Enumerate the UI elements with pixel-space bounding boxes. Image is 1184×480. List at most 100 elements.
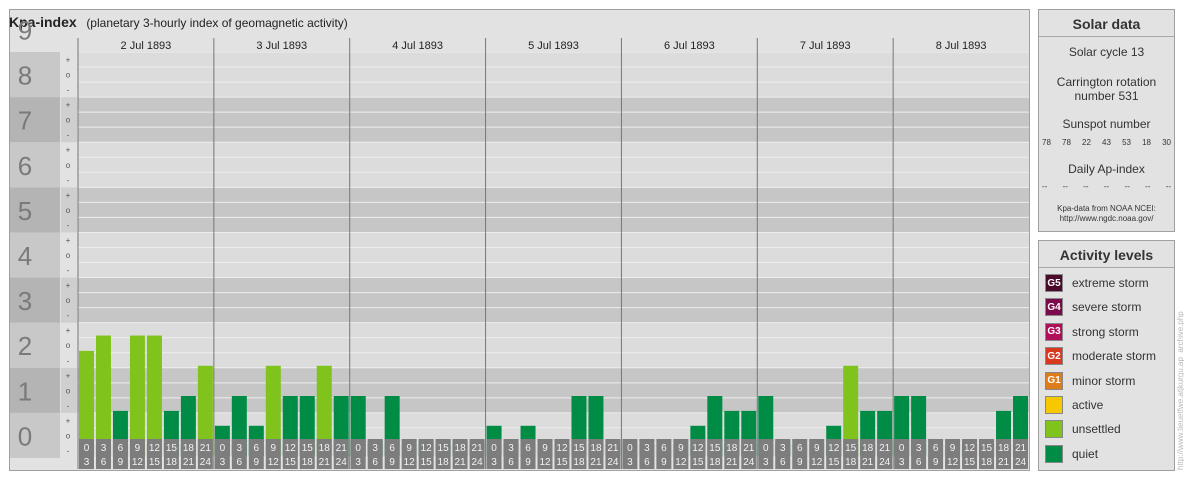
hour-start-label: 9 — [678, 443, 684, 454]
sunspot-value: 78 — [1062, 138, 1071, 147]
legend-item-extreme-storm: G5 extreme storm — [1045, 274, 1149, 292]
hour-start-label: 9 — [814, 443, 820, 454]
ap-value: -- — [1083, 182, 1089, 191]
hour-start-label: 21 — [879, 443, 891, 454]
sunspot-value: 43 — [1102, 138, 1111, 147]
hour-start-label: 21 — [607, 443, 619, 454]
source-watermark: http://www.tieuetfwe.atjkurgu.ap_archive… — [1176, 311, 1184, 470]
grid-band — [78, 277, 1029, 323]
hour-start-label: 0 — [220, 443, 226, 454]
kp-bar — [129, 335, 145, 456]
hour-start-label: 15 — [573, 443, 585, 454]
hour-start-label: 21 — [336, 443, 348, 454]
hour-end-label: 12 — [539, 457, 551, 468]
hour-end-label: 18 — [438, 457, 450, 468]
legend-swatch: G2 — [1045, 347, 1063, 366]
hour-start-label: 12 — [964, 443, 976, 454]
hour-end-label: 3 — [899, 457, 905, 468]
hour-end-label: 6 — [237, 457, 243, 468]
hour-end-label: 21 — [319, 457, 331, 468]
hour-end-label: 21 — [998, 457, 1010, 468]
hour-start-label: 12 — [149, 443, 161, 454]
sub-tick-label: o — [66, 251, 71, 260]
legend-label: severe storm — [1072, 300, 1142, 315]
legend-swatch: G5 — [1045, 274, 1063, 292]
kpa-bar-chart: 0123456789-o+-o+-o+-o+-o+-o+-o+-o+-o+2 J… — [10, 15, 1029, 469]
sub-tick-label: + — [66, 416, 71, 425]
hour-end-label: 21 — [862, 457, 874, 468]
activity-levels-title: Activity levels — [1059, 247, 1154, 263]
legend-item-unsettled: unsettled — [1045, 420, 1121, 439]
day-label: 5 Jul 1893 — [528, 40, 579, 52]
legend-item-minor-storm: G1 minor storm — [1045, 371, 1136, 390]
hour-end-label: 6 — [916, 457, 922, 468]
sub-tick-label: o — [66, 341, 71, 350]
y-tick-label: 3 — [18, 286, 32, 316]
hour-start-label: 12 — [692, 443, 704, 454]
hour-end-label: 24 — [472, 457, 484, 468]
hour-end-label: 3 — [491, 457, 497, 468]
hour-start-label: 6 — [525, 443, 531, 454]
hour-start-label: 9 — [135, 443, 141, 454]
y-tick-label: 6 — [18, 151, 32, 181]
y-tick-label: 4 — [18, 241, 32, 271]
hour-end-label: 12 — [268, 457, 280, 468]
sunspot-value: 53 — [1122, 138, 1131, 147]
hour-end-label: 6 — [780, 457, 786, 468]
hour-end-label: 9 — [933, 457, 939, 468]
ap-value: -- — [1042, 182, 1048, 191]
hour-end-label: 15 — [285, 457, 297, 468]
hour-end-label: 18 — [709, 457, 721, 468]
hour-end-label: 3 — [84, 457, 90, 468]
source-line2: http://www.ngdc.noaa.gov/ — [1059, 214, 1154, 223]
grid-band — [78, 232, 1029, 278]
hour-end-label: 6 — [101, 457, 107, 468]
ap-value: -- — [1145, 182, 1151, 191]
legend-item-moderate-storm: G2 moderate storm — [1045, 347, 1157, 366]
sub-tick-label: - — [67, 86, 70, 95]
hour-start-label: 0 — [84, 443, 90, 454]
hour-start-label: 3 — [508, 443, 514, 454]
hour-end-label: 24 — [200, 457, 212, 468]
legend-label: moderate storm — [1072, 349, 1157, 364]
hour-end-label: 15 — [964, 457, 976, 468]
legend-swatch — [1045, 420, 1063, 439]
source-line1: Kpa-data from NOAA NCEI: — [1057, 204, 1156, 213]
hour-start-label: 12 — [828, 443, 840, 454]
hour-end-label: 18 — [166, 457, 178, 468]
legend-item-active: active — [1045, 396, 1103, 414]
hour-start-label: 6 — [254, 443, 260, 454]
sub-tick-label: o — [66, 71, 71, 80]
y-tick-label: 1 — [18, 376, 32, 406]
hour-end-label: 3 — [355, 457, 361, 468]
carrington-line2: number 531 — [1074, 89, 1139, 103]
sub-tick-label: - — [67, 356, 70, 365]
legend-swatch: G1 — [1045, 371, 1063, 390]
y-tick-label: 9 — [18, 15, 32, 45]
sub-tick-label: - — [67, 131, 70, 140]
hour-end-label: 6 — [508, 457, 514, 468]
sub-tick-label: + — [66, 236, 71, 245]
hour-end-label: 18 — [573, 457, 585, 468]
hour-start-label: 18 — [726, 443, 738, 454]
legend-label: minor storm — [1072, 373, 1136, 388]
legend-swatch — [1045, 444, 1063, 463]
y-tick-label: 0 — [18, 421, 32, 451]
grid-band — [78, 142, 1029, 188]
grid-band — [78, 97, 1029, 143]
grid-band — [78, 187, 1029, 233]
hour-start-label: 15 — [981, 443, 993, 454]
kp-bar — [146, 335, 162, 456]
sub-tick-label: - — [67, 311, 70, 320]
sub-tick-label: - — [67, 266, 70, 275]
hour-start-label: 12 — [285, 443, 297, 454]
hour-end-label: 15 — [828, 457, 840, 468]
hour-end-label: 15 — [421, 457, 433, 468]
legend-item-quiet: quiet — [1045, 444, 1098, 463]
hour-end-label: 12 — [811, 457, 823, 468]
legend-label: active — [1072, 398, 1104, 412]
hour-start-label: 15 — [709, 443, 721, 454]
hour-start-label: 0 — [627, 443, 633, 454]
legend-swatch: G4 — [1045, 298, 1063, 317]
hour-start-label: 21 — [1015, 443, 1027, 454]
